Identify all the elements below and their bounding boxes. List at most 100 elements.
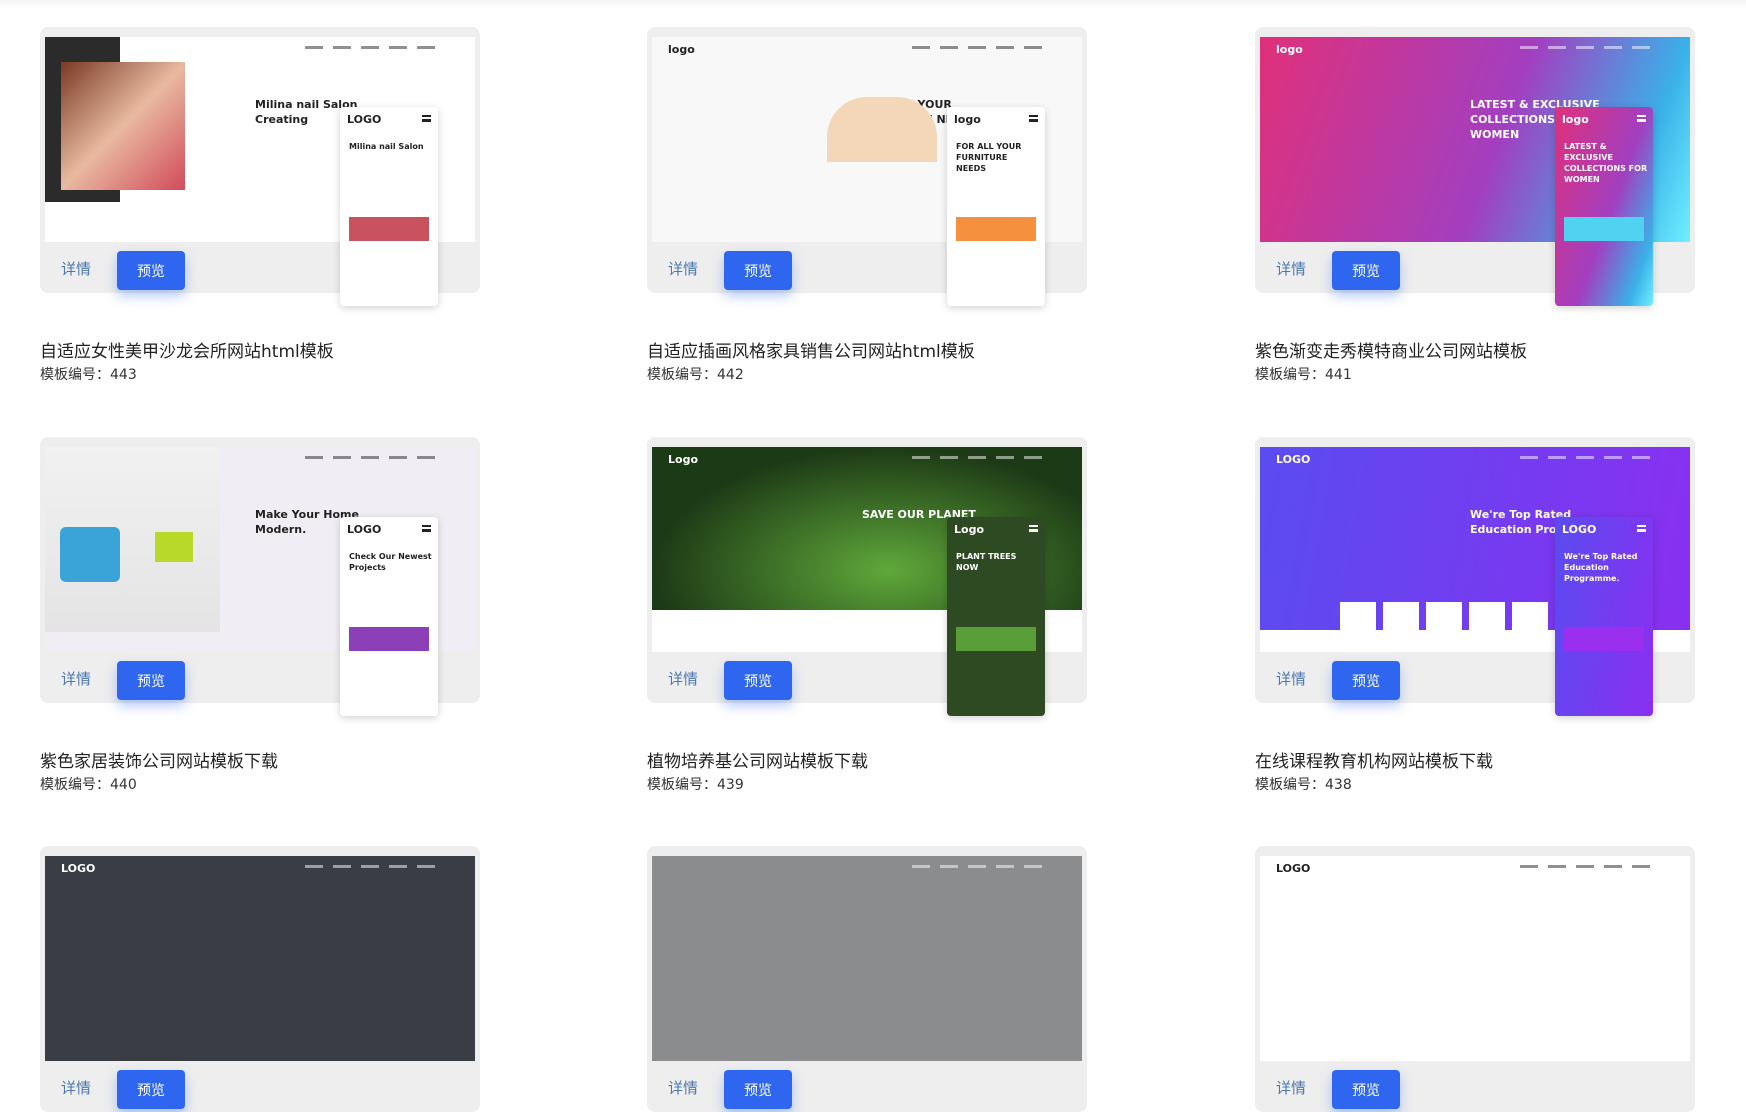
mobile-mockup: LOGO Milina nail Salon: [340, 107, 438, 306]
template-code-label: 模板编号：: [40, 777, 110, 793]
template-code-label: 模板编号：: [40, 367, 110, 383]
detail-link[interactable]: 详情: [1276, 668, 1306, 689]
template-code: 模板编号：441: [1255, 364, 1352, 384]
mockup-nav: [305, 456, 435, 459]
template-title[interactable]: 自适应插画风格家具销售公司网站html模板: [647, 337, 975, 362]
mobile-mockup: logo LATEST & EXCLUSIVE COLLECTIONS FOR …: [1555, 107, 1653, 306]
mockup-nav: [1520, 865, 1650, 868]
template-card: 详情 预览: [647, 846, 1087, 1112]
mobile-logo: LOGO: [347, 113, 382, 126]
mobile-logo: Logo: [954, 523, 984, 536]
hamburger-menu-icon: [1637, 525, 1646, 532]
template-code-value: 440: [110, 777, 137, 793]
mockup-nav: [305, 46, 435, 49]
template-card: LOGO Make Your Home Modern. 详情 预览 LOGO C…: [40, 437, 480, 716]
chair-photo: [45, 447, 220, 632]
hamburger-menu-icon: [1637, 115, 1646, 122]
template-code-value: 442: [717, 367, 744, 383]
detail-link[interactable]: 详情: [61, 258, 91, 279]
mockup-logo: LOGO: [1276, 453, 1311, 466]
detail-link[interactable]: 详情: [668, 258, 698, 279]
mobile-logo: LOGO: [347, 523, 382, 536]
hamburger-menu-icon: [1029, 115, 1038, 122]
hamburger-menu-icon: [422, 115, 431, 122]
preview-button[interactable]: 预览: [724, 251, 792, 290]
detail-link[interactable]: 详情: [668, 668, 698, 689]
mockup-nav: [912, 865, 1042, 868]
preview-button[interactable]: 预览: [724, 1070, 792, 1109]
mobile-headline: PLANT TREES NOW: [956, 552, 1017, 572]
template-title[interactable]: 在线课程教育机构网站模板下载: [1255, 747, 1493, 772]
top-shadow: [0, 0, 1746, 8]
hamburger-menu-icon: [422, 525, 431, 532]
preview-button[interactable]: 预览: [1332, 661, 1400, 700]
mockup-logo: LOGO: [1276, 862, 1311, 875]
mockup-nav: [305, 865, 435, 868]
template-code-value: 441: [1325, 367, 1352, 383]
template-code: 模板编号：440: [40, 774, 137, 794]
preview-button[interactable]: 预览: [117, 661, 185, 700]
template-code-label: 模板编号：: [647, 777, 717, 793]
template-code: 模板编号：442: [647, 364, 744, 384]
template-title[interactable]: 植物培养基公司网站模板下载: [647, 747, 868, 772]
detail-link[interactable]: 详情: [1276, 1077, 1306, 1098]
preview-button[interactable]: 预览: [1332, 251, 1400, 290]
mockup-nav: [912, 456, 1042, 459]
mockup-nav: [1520, 456, 1650, 459]
preview-button[interactable]: 预览: [1332, 1070, 1400, 1109]
detail-link[interactable]: 详情: [61, 668, 91, 689]
mockup-logo: LOGO: [61, 862, 96, 875]
template-code: 模板编号：443: [40, 364, 137, 384]
mobile-accent-block: [349, 627, 429, 651]
template-card: LOGO Milina nail Salon Creating 详情 预览 LO…: [40, 27, 480, 306]
detail-link[interactable]: 详情: [61, 1077, 91, 1098]
mobile-logo: logo: [1562, 113, 1589, 126]
mobile-mockup: LOGO Check Our Newest Projects: [340, 517, 438, 716]
nail-photo: [61, 62, 185, 190]
mockup-logo: logo: [1276, 43, 1303, 56]
template-card: LOGO 详情 预览: [40, 846, 480, 1112]
template-code-label: 模板编号：: [1255, 777, 1325, 793]
preview-button[interactable]: 预览: [117, 251, 185, 290]
mobile-accent-block: [1564, 627, 1644, 651]
template-card: logo LATEST & EXCLUSIVE COLLECTIONS FOR …: [1255, 27, 1695, 306]
hamburger-menu-icon: [1029, 525, 1038, 532]
template-card: LOGO We're Top Rated Education Programme…: [1255, 437, 1695, 716]
detail-link[interactable]: 详情: [668, 1077, 698, 1098]
mobile-mockup: LOGO We're Top Rated Education Programme…: [1555, 517, 1653, 716]
template-code-value: 439: [717, 777, 744, 793]
preview-button[interactable]: 预览: [724, 661, 792, 700]
template-title[interactable]: 自适应女性美甲沙龙会所网站html模板: [40, 337, 334, 362]
sofa-illustration: [827, 97, 937, 162]
template-card: Logo SAVE OUR PLANET 详情 预览 Logo PLANT TR…: [647, 437, 1087, 716]
mockup-logo: logo: [668, 43, 695, 56]
mobile-headline: We're Top Rated Education Programme.: [1564, 552, 1638, 583]
mobile-headline: FOR ALL YOUR FURNITURE NEEDS: [956, 142, 1022, 173]
template-code: 模板编号：438: [1255, 774, 1352, 794]
mobile-accent-block: [956, 217, 1036, 241]
preview-button[interactable]: 预览: [117, 1070, 185, 1109]
mobile-accent-block: [349, 217, 429, 241]
mockup-nav: [912, 46, 1042, 49]
mobile-headline: LATEST & EXCLUSIVE COLLECTIONS FOR WOMEN: [1564, 142, 1648, 184]
template-title[interactable]: 紫色家居装饰公司网站模板下载: [40, 747, 278, 772]
mobile-mockup: Logo PLANT TREES NOW: [947, 517, 1045, 716]
mobile-mockup: logo FOR ALL YOUR FURNITURE NEEDS: [947, 107, 1045, 306]
detail-link[interactable]: 详情: [1276, 258, 1306, 279]
template-code-value: 443: [110, 367, 137, 383]
template-screenshot[interactable]: LOGO: [45, 856, 475, 1061]
mobile-headline: Milina nail Salon: [349, 142, 424, 151]
template-title[interactable]: 紫色渐变走秀模特商业公司网站模板: [1255, 337, 1527, 362]
template-screenshot[interactable]: LOGO: [1260, 856, 1690, 1061]
template-card: logo FOR ALL YOUR FURNITURE NEEDS 详情 预览 …: [647, 27, 1087, 306]
template-code-value: 438: [1325, 777, 1352, 793]
mobile-accent-block: [956, 627, 1036, 651]
template-code: 模板编号：439: [647, 774, 744, 794]
template-code-label: 模板编号：: [1255, 367, 1325, 383]
template-card: LOGO 详情 预览: [1255, 846, 1695, 1112]
mockup-logo: Logo: [668, 453, 698, 466]
mobile-accent-block: [1564, 217, 1644, 241]
template-screenshot[interactable]: [652, 856, 1082, 1061]
mockup-nav: [1520, 46, 1650, 49]
template-code-label: 模板编号：: [647, 367, 717, 383]
